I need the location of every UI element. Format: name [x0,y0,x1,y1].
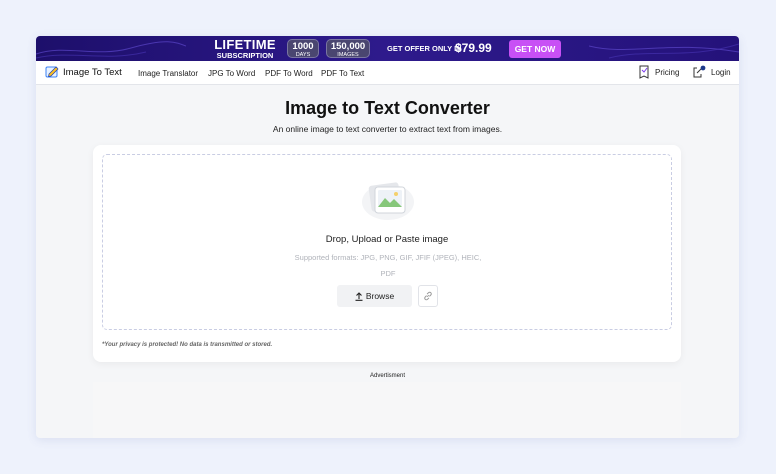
promo-title-main: LIFETIME [214,37,276,52]
upload-arrow-icon [355,291,363,301]
offer-text: GET OFFER ONLY IN [387,44,462,53]
wave-decoration-icon [589,43,739,59]
nav-pdf-to-text[interactable]: PDF To Text [321,69,364,78]
page-title: Image to Text Converter [285,98,490,118]
browse-button[interactable]: Browse [337,285,412,307]
offer-price: $79.99 [455,41,492,55]
nav-jpg-to-word[interactable]: JPG To Word [208,69,255,78]
promo-banner[interactable]: LIFETIME SUBSCRIPTION 1000 DAYS 150,000 … [36,36,739,61]
wave-decoration-icon [36,41,186,59]
pricing-icon [639,65,649,79]
pricing-link[interactable]: Pricing [638,65,679,79]
paste-url-button[interactable] [418,285,438,307]
drop-label: Drop, Upload or Paste image [325,234,449,245]
images-number: 150,000 [330,41,366,52]
days-badge: 1000 DAYS [287,39,319,58]
promo-title: LIFETIME SUBSCRIPTION [212,38,278,60]
pricing-label: Pricing [655,67,680,77]
days-unit: DAYS [295,51,311,58]
browse-label: Browse [365,291,395,301]
brand-name: Image To Text [63,66,122,78]
login-link[interactable]: Login [692,65,731,79]
nav-pdf-to-word[interactable]: PDF To Word [265,69,313,78]
days-number: 1000 [292,41,314,52]
advertisement-area [93,382,681,438]
images-unit: IMAGES [337,51,359,58]
page-subtitle: An online image to text converter to ext… [272,124,503,134]
navbar: Image To Text Image Translator JPG To Wo… [36,61,739,85]
supported-formats: Supported formats: JPG, PNG, GIF, JFIF (… [294,253,482,278]
link-icon [424,291,432,301]
edit-document-icon [45,66,59,78]
upload-card: Drop, Upload or Paste image Supported fo… [93,145,681,362]
advertisement-label: Advertisment [369,373,405,379]
get-now-button[interactable]: GET NOW [509,40,561,58]
brand-logo[interactable]: Image To Text [45,65,122,79]
promo-title-sub: SUBSCRIPTION [216,51,274,60]
nav-image-translator[interactable]: Image Translator [138,69,198,78]
drop-zone[interactable]: Drop, Upload or Paste image Supported fo… [102,154,672,330]
login-label: Login [711,67,731,77]
image-upload-icon [362,182,414,220]
login-icon [693,65,706,78]
images-badge: 150,000 IMAGES [326,39,370,58]
privacy-note: *Your privacy is protected! No data is t… [102,342,273,348]
browser-frame: LIFETIME SUBSCRIPTION 1000 DAYS 150,000 … [36,36,739,438]
